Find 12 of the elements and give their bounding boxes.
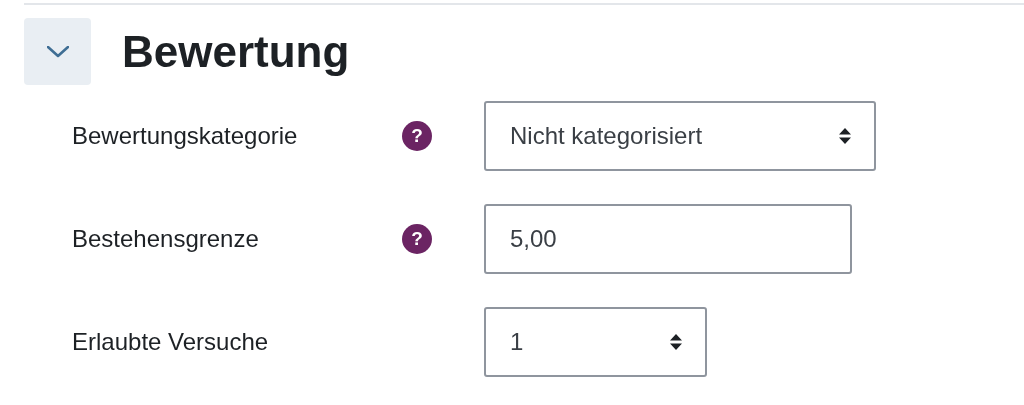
field-label: Bestehensgrenze xyxy=(72,225,260,253)
field-label: Erlaubte Versuche xyxy=(72,328,270,356)
input-field[interactable]: 5,00 xyxy=(484,204,852,274)
help-icon[interactable]: ? xyxy=(402,121,432,151)
sort-arrows-icon xyxy=(669,333,683,351)
sort-arrows-icon xyxy=(838,127,852,145)
collapse-button[interactable] xyxy=(24,18,91,85)
field-label: Bewertungskategorie xyxy=(72,122,299,150)
select-field[interactable]: Nicht kategorisiert xyxy=(484,101,876,171)
select-field[interactable]: 1 xyxy=(484,307,707,377)
section-title: Bewertung xyxy=(122,26,350,77)
help-icon[interactable]: ? xyxy=(402,224,432,254)
